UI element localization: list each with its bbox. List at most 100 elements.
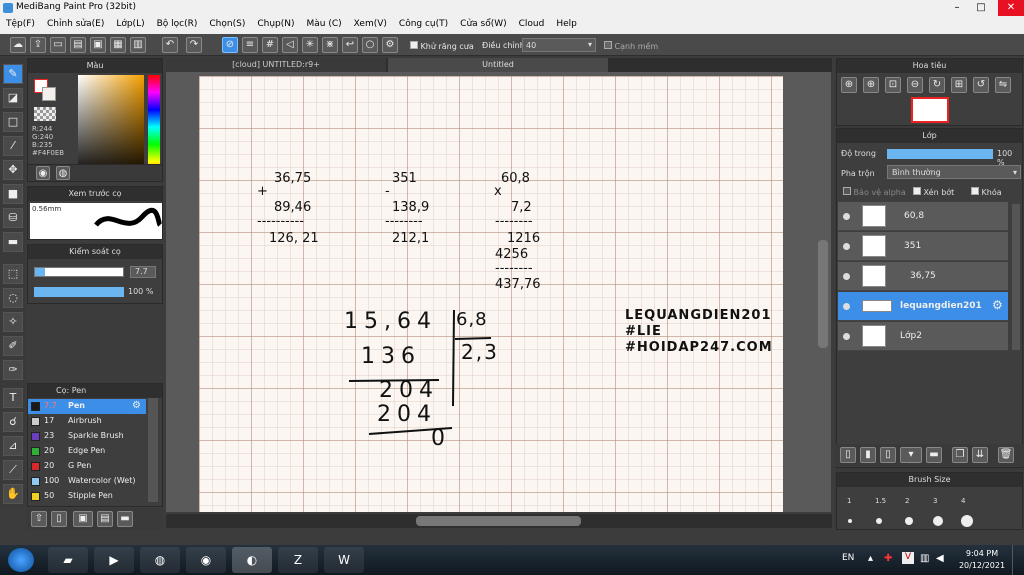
protect-alpha-checkbox[interactable] — [843, 187, 851, 195]
show-desktop-button[interactable] — [1012, 545, 1024, 575]
menu-tools[interactable]: Công cụ(T) — [393, 16, 454, 34]
maximize-button[interactable]: □ — [970, 0, 992, 16]
explorer-icon[interactable]: ▰ — [48, 547, 88, 573]
vanish-snap-icon[interactable]: ◁ — [282, 37, 298, 53]
chrome-icon[interactable]: ◉ — [186, 547, 226, 573]
divide-tool-icon[interactable]: ⟋ — [3, 460, 23, 480]
eye-icon[interactable] — [843, 273, 850, 280]
delete-layer-icon[interactable]: 🗑 — [998, 447, 1014, 463]
magic-wand-icon[interactable]: ✧ — [3, 312, 23, 332]
bg-color-swatch[interactable] — [42, 87, 56, 101]
select-pen-icon[interactable]: ✐ — [3, 336, 23, 356]
palette-add-icon[interactable]: ◍ — [56, 166, 70, 180]
blend-select[interactable]: Bình thường ▾ — [887, 165, 1021, 179]
size-dot-1[interactable] — [848, 519, 852, 523]
brush-item-stipple-pen[interactable]: 50 Stipple Pen — [28, 489, 146, 504]
rotate-left-icon[interactable]: ↺ — [973, 77, 989, 93]
settings-icon[interactable]: ⚙ — [382, 37, 398, 53]
eye-icon[interactable] — [843, 243, 850, 250]
gradient-tool-icon[interactable]: ▬ — [3, 232, 23, 252]
layer-add-menu-icon[interactable]: ▾ — [900, 447, 922, 463]
bucket-tool-icon[interactable]: ⛁ — [3, 208, 23, 228]
tray-app-icon[interactable]: ✚ — [884, 553, 892, 564]
brush-item-watercolor-wet[interactable]: 100 Watercolor (Wet) — [28, 474, 146, 489]
brush-item-airbrush[interactable]: 17 Airbrush — [28, 414, 146, 429]
doc-icon[interactable]: ▤ — [70, 37, 86, 53]
text-tool-icon[interactable]: T — [3, 388, 23, 408]
eye-icon[interactable] — [843, 303, 850, 310]
medibang-icon[interactable]: ◐ — [232, 547, 272, 573]
menu-color[interactable]: Màu (C) — [301, 16, 348, 34]
circle-snap-icon[interactable]: ○ — [362, 37, 378, 53]
horizontal-scrollbar[interactable] — [416, 516, 581, 526]
fill-rect-tool-icon[interactable]: ■ — [3, 184, 23, 204]
add-brush-icon[interactable]: ⇧ — [31, 511, 47, 527]
size-dot-4[interactable] — [961, 515, 973, 527]
zoom-out-icon[interactable]: ⊖ — [907, 77, 923, 93]
line-tool-icon[interactable]: ⁄ — [3, 136, 23, 156]
layer-opacity-slider[interactable] — [887, 149, 993, 159]
clock-date[interactable]: 20/12/2021 — [958, 561, 1006, 570]
tab-cloud[interactable]: [cloud] UNTITLED:r9+ — [166, 58, 386, 72]
grid-icon[interactable]: ▦ — [110, 37, 126, 53]
brush-settings-icon[interactable]: ▤ — [97, 511, 113, 527]
size-dot-1-5[interactable] — [876, 518, 882, 524]
eyedropper-tool-icon[interactable]: ⊿ — [3, 436, 23, 456]
menu-snap[interactable]: Chụp(N) — [251, 16, 300, 34]
rect-tool-icon[interactable]: □ — [3, 112, 23, 132]
layer-item-36-75[interactable]: 36,75 — [838, 262, 1008, 291]
select-eraser-icon[interactable]: ✑ — [3, 360, 23, 380]
actual-size-icon[interactable]: ⊞ — [951, 77, 967, 93]
select-tool-icon[interactable]: ⬚ — [3, 264, 23, 284]
comment-icon[interactable]: ▭ — [50, 37, 66, 53]
new-layer-icon[interactable]: ▯ — [840, 447, 856, 463]
new-layer-1bit-icon[interactable]: ▯ — [880, 447, 896, 463]
gear-icon[interactable]: ⚙ — [132, 400, 141, 411]
transparent-swatch[interactable] — [34, 107, 56, 121]
cross-snap-icon[interactable]: # — [262, 37, 278, 53]
antialias-checkbox[interactable] — [410, 41, 418, 49]
zalo-icon[interactable]: Z — [278, 547, 318, 573]
brush-opacity-slider[interactable] — [34, 287, 124, 297]
menu-cloud[interactable]: Cloud — [513, 16, 551, 34]
snap-off-icon[interactable]: ⊘ — [222, 37, 238, 53]
new-brush-icon[interactable]: ▯ — [51, 511, 67, 527]
gear-icon[interactable]: ⚙ — [992, 298, 1003, 312]
curve-snap-icon[interactable]: ↩ — [342, 37, 358, 53]
browser-alt-icon[interactable]: ◍ — [140, 547, 180, 573]
new-layer-8bit-icon[interactable]: ▮ — [860, 447, 876, 463]
lasso-tool-icon[interactable]: ◌ — [3, 288, 23, 308]
layer-item-lequangdien201[interactable]: lequangdien201 ⚙ — [838, 292, 1008, 321]
language-indicator[interactable]: EN — [842, 553, 854, 563]
volume-icon[interactable]: ◀ — [936, 553, 944, 564]
brush-size-value[interactable]: 7.7 — [130, 266, 156, 278]
layer-item-lop2[interactable]: Lớp2 — [838, 322, 1008, 351]
brush-item-sparkle-brush[interactable]: 23 Sparkle Brush — [28, 429, 146, 444]
cloud-icon[interactable]: ☁ — [10, 37, 26, 53]
brush-item-g-pen[interactable]: 20 G Pen — [28, 459, 146, 474]
minimize-button[interactable]: – — [946, 0, 968, 16]
tray-v-icon[interactable]: V — [902, 552, 914, 564]
close-button[interactable]: ✕ — [998, 0, 1024, 16]
redo-icon[interactable]: ↷ — [186, 37, 202, 53]
share-icon[interactable]: ⇪ — [30, 37, 46, 53]
zoom-in-alt-icon[interactable]: ⊕ — [863, 77, 879, 93]
vertical-scrollbar[interactable] — [818, 240, 828, 348]
radial-snap-icon[interactable]: ✳ — [302, 37, 318, 53]
drawing-canvas[interactable]: 36,75 + 89,46 ---------- 126, 21 351 - 1… — [199, 76, 783, 512]
save-icon[interactable]: ▣ — [90, 37, 106, 53]
brush-size-slider[interactable] — [34, 267, 124, 277]
operation-tool-icon[interactable]: ☌ — [3, 412, 23, 432]
brush-folder-icon[interactable]: ▬ — [117, 511, 133, 527]
menu-help[interactable]: Help — [550, 16, 583, 34]
eye-icon[interactable] — [843, 213, 850, 220]
start-button[interactable] — [8, 548, 34, 572]
menu-file[interactable]: Tệp(F) — [0, 16, 41, 34]
size-dot-3[interactable] — [933, 516, 943, 526]
flip-icon[interactable]: ⇋ — [995, 77, 1011, 93]
tab-untitled[interactable]: Untitled — [388, 58, 608, 72]
hand-tool-icon[interactable]: ✋ — [3, 484, 23, 504]
rotate-icon[interactable]: ↻ — [929, 77, 945, 93]
merge-layer-icon[interactable]: ⇊ — [972, 447, 988, 463]
menu-layer[interactable]: Lớp(L) — [110, 16, 150, 34]
